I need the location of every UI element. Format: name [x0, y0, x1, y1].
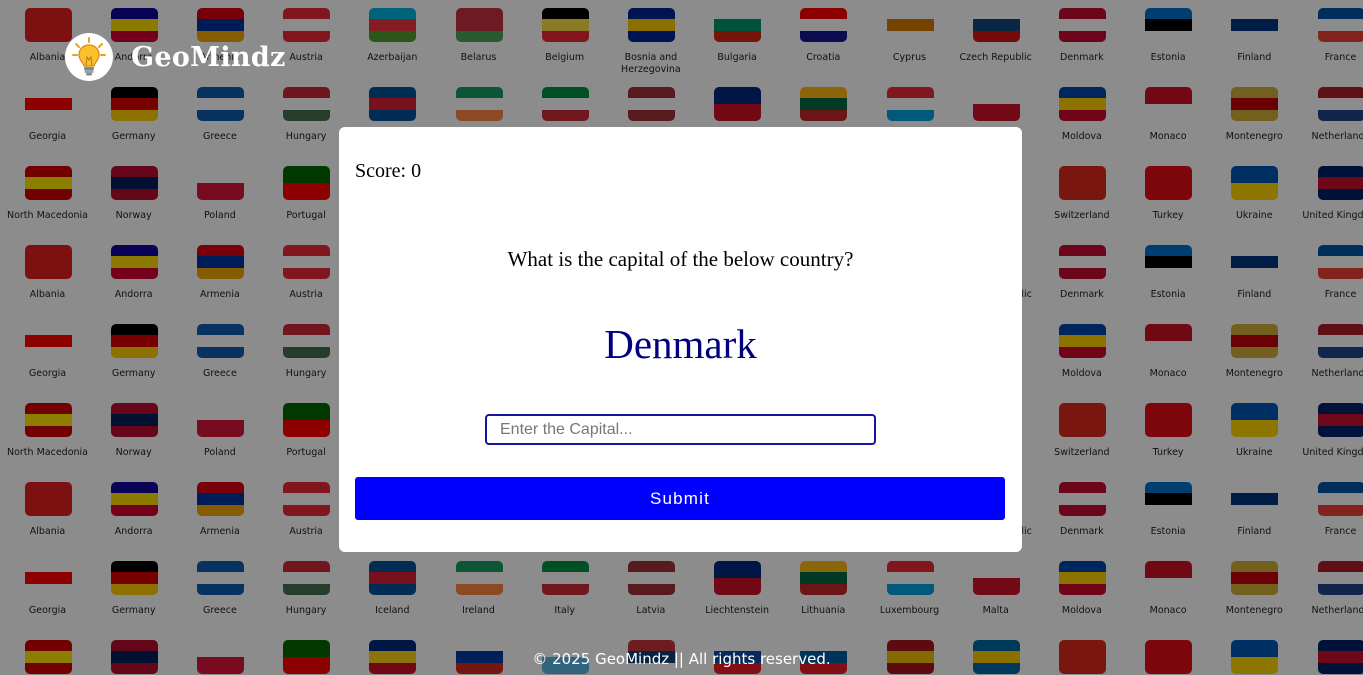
- submit-button[interactable]: Submit: [355, 477, 1005, 520]
- logo[interactable]: GeoMindz: [65, 33, 286, 81]
- question-text: What is the capital of the below country…: [507, 247, 854, 271]
- score-display: Score: 0: [355, 160, 422, 182]
- app-title: GeoMindz: [131, 41, 286, 73]
- quiz-modal: Score: 0 What is the capital of the belo…: [339, 127, 1022, 552]
- footer-copyright: © 2025 GeoMindz || All rights reserved.: [532, 650, 831, 668]
- capital-input[interactable]: [485, 414, 876, 445]
- country-name: Denmark: [604, 321, 757, 367]
- lightbulb-icon: [65, 33, 113, 81]
